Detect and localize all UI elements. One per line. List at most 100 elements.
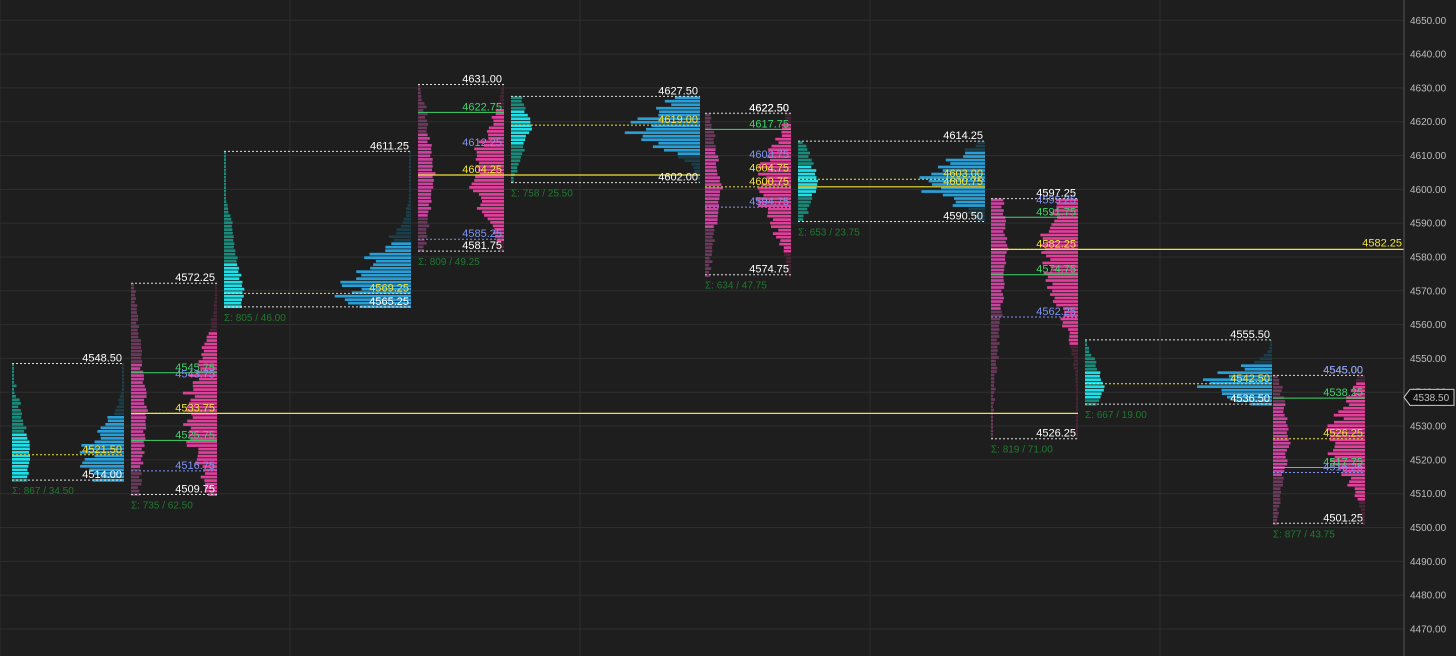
volume-bar (488, 133, 504, 137)
tpo-bar (991, 366, 998, 370)
tpo-bar (418, 168, 433, 172)
volume-bar (483, 214, 504, 217)
tpo-bar (131, 293, 136, 297)
volume-bar (1075, 380, 1078, 384)
tpo-bar (705, 207, 719, 211)
tpo-bar (131, 440, 144, 444)
tpo-bar (131, 384, 145, 388)
volume-bar (1070, 345, 1078, 349)
y-tick-label: 4530.00 (1410, 422, 1447, 433)
volume-bar (356, 277, 411, 281)
poc-label: 4533.75 (175, 402, 215, 414)
volume-bar (1076, 398, 1078, 401)
volume-bar (476, 151, 504, 154)
tpo-bar (1273, 434, 1288, 438)
volume-bar (1197, 385, 1272, 389)
tpo-bar (1273, 494, 1281, 498)
tpo-bar (418, 242, 427, 245)
volume-bar (781, 130, 791, 134)
tpo-bar (1085, 388, 1104, 392)
val-label: 4594.75 (749, 196, 789, 208)
volume-bar (1051, 223, 1078, 226)
tpo-bar (418, 172, 436, 175)
volume-bar (1062, 321, 1078, 324)
volume-bar (192, 381, 217, 384)
tpo-bar (705, 190, 721, 193)
tpo-bar (705, 120, 711, 123)
volume-bar (975, 144, 985, 148)
tpo-bar (991, 324, 999, 328)
tpo-bar (12, 468, 28, 472)
tpo-bar (418, 231, 427, 235)
tpo-bar (1273, 385, 1283, 389)
volume-bar (409, 179, 411, 183)
volume-bar (198, 447, 217, 451)
tpo-bar (418, 112, 428, 116)
val-label: 4516.75 (175, 460, 215, 472)
volume-bar (677, 152, 700, 156)
tpo-bar (224, 242, 235, 246)
volume-bar (473, 189, 504, 193)
volume-bar (1240, 364, 1272, 368)
tpo-bar (12, 444, 30, 447)
tpo-bar (1273, 504, 1280, 508)
volume-bar (645, 127, 700, 131)
volume-bar (1050, 258, 1078, 261)
tpo-bar (224, 238, 234, 242)
tpo-bar (131, 437, 146, 440)
tpo-bar (131, 472, 142, 475)
tpo-bar (991, 401, 994, 405)
volume-bar (658, 141, 700, 145)
tpo-bar (705, 214, 718, 218)
tpo-bar (131, 391, 147, 395)
mid-label: 4517.75 (1323, 456, 1363, 468)
grid (0, 0, 1404, 656)
tpo-bar (418, 144, 432, 147)
tpo-bar (991, 230, 1004, 233)
volume-bar (921, 190, 985, 193)
volume-bar (211, 321, 217, 325)
tpo-bar (991, 391, 995, 394)
y-tick-label: 4580.00 (1410, 252, 1447, 263)
volume-bar (215, 293, 217, 297)
tpo-bar (991, 293, 1004, 296)
volume-bar (781, 134, 791, 137)
tpo-bar (131, 297, 137, 300)
tpo-bar (705, 260, 713, 263)
tpo-bar (1273, 389, 1282, 393)
tpo-bar (418, 221, 428, 224)
volume-bar (1062, 324, 1078, 328)
volume-bar (1052, 289, 1078, 293)
volume-bar (122, 377, 124, 381)
tpo-bar (418, 130, 427, 133)
tpo-bar (418, 98, 422, 102)
volume-bar (488, 126, 504, 130)
tpo-bar (1085, 346, 1090, 350)
volume-bar (409, 186, 411, 190)
tpo-bar (418, 161, 433, 165)
volume-bar (1355, 490, 1365, 494)
tpo-bar (131, 353, 142, 356)
tpo-bar (12, 412, 22, 416)
price-axis[interactable]: 4470.00 4480.00 4490.00 4500.00 4510.00 4520.… (1403, 0, 1455, 656)
volume-bar (409, 158, 411, 162)
tpo-bar (418, 105, 427, 109)
tpo-bar (798, 162, 814, 165)
volume-profile-chart[interactable]: 4548.50 4514.00 4521.50 Σ: 867 / 34.50 4572.… (0, 0, 1456, 656)
poc-label: 4526.25 (1323, 428, 1363, 440)
tpo-bar (991, 244, 1008, 247)
volume-bar (1050, 293, 1078, 296)
volume-bar (1354, 494, 1365, 498)
tpo-bar (1273, 508, 1278, 512)
volume-bar (1343, 406, 1365, 410)
tpo-bar (511, 106, 526, 110)
volume-bar (213, 304, 217, 307)
volume-bar (1355, 378, 1365, 382)
tpo-bar (705, 151, 716, 155)
tpo-bar (991, 387, 996, 391)
volume-bar (121, 388, 124, 391)
tpo-bar (224, 172, 226, 176)
tpo-bar (418, 88, 421, 91)
tpo-bar (224, 224, 232, 228)
high-label: 4627.50 (658, 85, 698, 97)
